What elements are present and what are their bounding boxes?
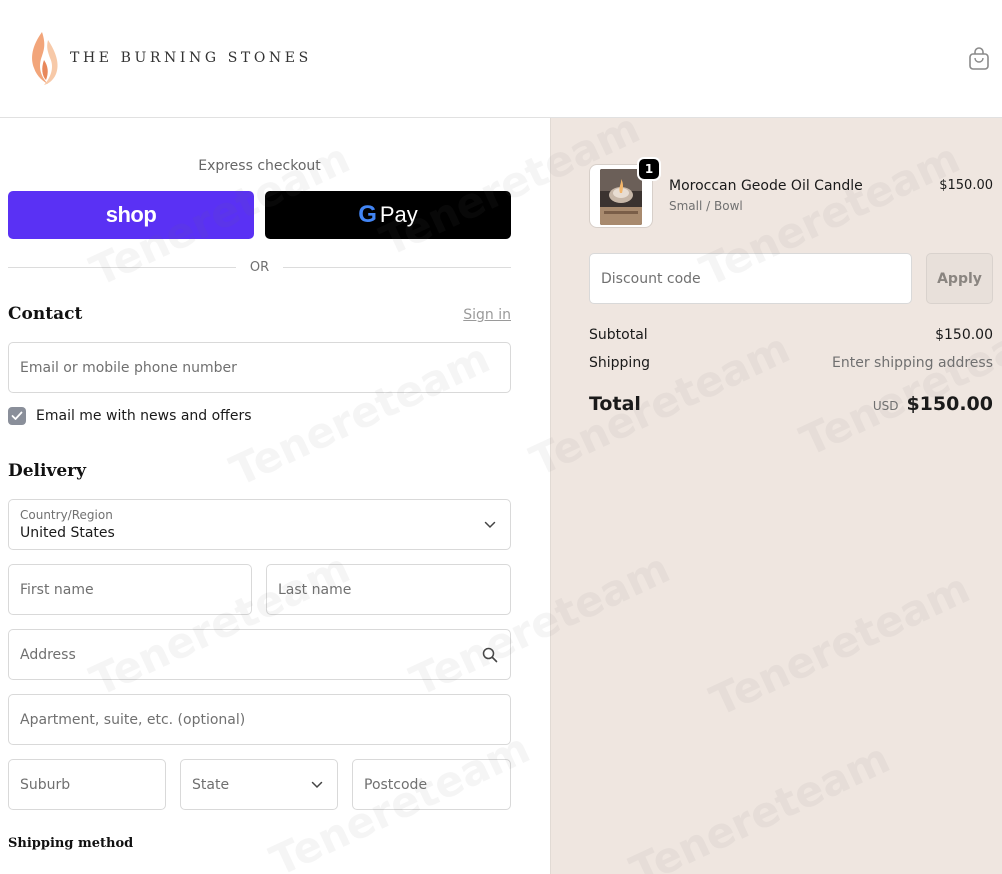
apartment-placeholder: Apartment, suite, etc. (optional) (20, 711, 246, 728)
site-header: THE BURNING STONES (0, 0, 1002, 118)
product-price: $150.00 (939, 178, 993, 193)
total-row: Total USD $150.00 (589, 393, 993, 415)
flame-logo-icon (32, 32, 58, 85)
country-label: Country/Region (20, 508, 113, 522)
candle-image (600, 169, 642, 225)
contact-title: Contact (8, 304, 83, 324)
shipping-label: Shipping (589, 355, 651, 371)
address-field[interactable]: Address (8, 629, 511, 680)
email-field[interactable]: Email or mobile phone number (8, 342, 511, 393)
state-placeholder: State (192, 776, 230, 793)
total-amount: $150.00 (906, 393, 993, 415)
postcode-placeholder: Postcode (364, 776, 428, 793)
quantity-badge: 1 (637, 157, 661, 181)
express-checkout-title: Express checkout (198, 158, 321, 174)
delivery-title: Delivery (8, 461, 87, 481)
newsletter-checkbox[interactable] (8, 407, 26, 425)
last-name-field[interactable]: Last name (266, 564, 511, 615)
divider-line (283, 266, 512, 268)
address-placeholder: Address (20, 646, 76, 663)
product-name: Moroccan Geode Oil Candle (669, 178, 863, 194)
state-select[interactable]: State (180, 759, 338, 810)
shop-pay-button[interactable]: shop (8, 191, 254, 239)
suburb-field[interactable]: Suburb (8, 759, 166, 810)
postcode-field[interactable]: Postcode (352, 759, 511, 810)
shopping-bag-icon[interactable] (968, 47, 990, 71)
first-name-field[interactable]: First name (8, 564, 252, 615)
subtotal-label: Subtotal (589, 327, 648, 343)
suburb-placeholder: Suburb (20, 776, 71, 793)
logo[interactable]: THE BURNING STONES (28, 30, 312, 86)
shipping-method-title: Shipping method (8, 836, 134, 851)
apartment-field[interactable]: Apartment, suite, etc. (optional) (8, 694, 511, 745)
subtotal-value: $150.00 (935, 327, 993, 343)
newsletter-option[interactable]: Email me with news and offers (8, 407, 252, 425)
checkout-form: Express checkout shop G Pay OR Contact S… (0, 118, 550, 874)
apply-discount-button[interactable]: Apply (926, 253, 993, 304)
or-label: OR (249, 259, 270, 275)
first-name-placeholder: First name (20, 581, 94, 598)
search-icon[interactable] (482, 647, 498, 663)
product-variant: Small / Bowl (669, 199, 743, 213)
discount-placeholder: Discount code (601, 270, 701, 287)
brand-name: THE BURNING STONES (70, 50, 312, 66)
shipping-row: Shipping Enter shipping address (589, 355, 993, 371)
google-pay-label: Pay (379, 202, 418, 227)
discount-code-field[interactable]: Discount code (589, 253, 912, 304)
chevron-down-icon (484, 521, 496, 528)
chevron-down-icon (311, 781, 323, 788)
shipping-value: Enter shipping address (832, 355, 993, 371)
country-value: United States (20, 525, 115, 541)
country-select[interactable]: Country/Region United States (8, 499, 511, 550)
newsletter-label: Email me with news and offers (36, 408, 252, 424)
google-pay-button[interactable]: G Pay (265, 191, 511, 239)
email-placeholder: Email or mobile phone number (20, 359, 237, 376)
or-divider: OR (8, 258, 512, 276)
subtotal-row: Subtotal $150.00 (589, 327, 993, 343)
order-summary: 1 Moroccan Geode Oil Candle Small / Bowl… (550, 118, 1002, 874)
divider-line (8, 266, 236, 268)
total-currency: USD (872, 399, 899, 413)
shop-pay-label: shop (105, 202, 157, 227)
check-icon (11, 411, 23, 420)
google-g-icon: G (358, 201, 377, 228)
total-value-group: USD $150.00 (873, 393, 993, 415)
total-label: Total (589, 393, 641, 415)
sign-in-link[interactable]: Sign in (440, 307, 511, 323)
last-name-placeholder: Last name (278, 581, 352, 598)
